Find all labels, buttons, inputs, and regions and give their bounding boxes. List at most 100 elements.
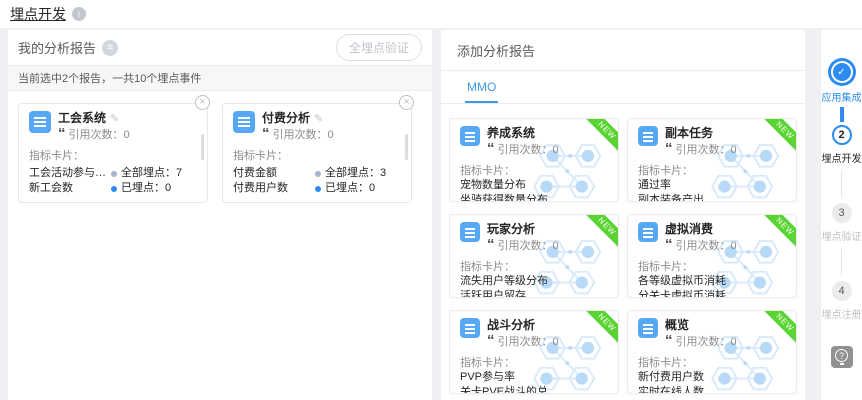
ref-count: 引用次数：0: [498, 141, 559, 157]
report-title: 玩家分析: [487, 222, 535, 236]
report-title: 养成系统: [487, 126, 535, 140]
step-2-point-development[interactable]: 2: [832, 125, 852, 145]
metric-cards-label: 指标卡片：: [638, 162, 786, 178]
step-3-label: 埋点验证: [822, 228, 862, 243]
ref-count: 引用次数：0: [676, 237, 737, 253]
library-report-card[interactable]: NEW 概览 “引用次数：0: [627, 310, 797, 394]
tab-mmo[interactable]: MMO: [465, 71, 498, 103]
quote-icon: “: [58, 129, 66, 139]
close-icon[interactable]: ×: [195, 95, 210, 110]
metric-cards-label: 指标卡片：: [29, 147, 197, 163]
card-scrollbar[interactable]: [201, 134, 204, 160]
library-report-card[interactable]: NEW 副本任务 “引用次数：0: [627, 118, 797, 202]
quote-icon: “: [665, 144, 673, 154]
metric-name: 副本装备产出: [638, 193, 786, 202]
total-points: 全部埋点：7: [121, 166, 182, 181]
page-title: 埋点开发: [10, 4, 66, 24]
quote-icon: “: [665, 240, 673, 250]
total-points: 全部埋点：3: [325, 166, 386, 181]
metric-name: 各等级虚拟币消耗: [638, 274, 786, 289]
close-icon[interactable]: ×: [399, 95, 414, 110]
info-icon[interactable]: i: [72, 7, 86, 21]
reports-badge-icon: ≡: [102, 40, 118, 56]
metric-name: 新付费用户数: [638, 370, 786, 385]
step-1-label: 应用集成: [822, 89, 862, 104]
selected-report-card[interactable]: × 工会系统 ✎ “ 引用次数：0 指标卡片： 工会活动参与次数: [18, 103, 208, 203]
metric-name: 分关卡虚拟币消耗: [638, 289, 786, 298]
report-title: 副本任务: [665, 126, 713, 140]
step-4-label: 埋点注册: [822, 306, 862, 321]
metric-name: 坐骑获得数量分布: [460, 193, 608, 202]
metric-cards-label: 指标卡片：: [460, 162, 608, 178]
metric-name: 实时在线人数: [638, 385, 786, 394]
done-dot-icon: [315, 186, 321, 192]
library-report-card[interactable]: NEW 虚拟消费 “引用次数：0: [627, 214, 797, 298]
metric-name: 付费金额: [233, 166, 315, 181]
report-doc-icon: [460, 222, 480, 242]
verify-all-points-button[interactable]: 全埋点验证: [336, 34, 422, 61]
check-icon: ✓: [837, 67, 845, 78]
metric-cards-label: 指标卡片：: [460, 354, 608, 370]
top-bar: 埋点开发 i: [0, 0, 862, 28]
total-dot-icon: [111, 171, 117, 177]
done-points: 已埋点：0: [325, 181, 375, 196]
metric-name: 新工会数: [29, 181, 111, 196]
my-reports-title: 我的分析报告: [18, 38, 96, 57]
ref-count: 引用次数：0: [498, 237, 559, 253]
step-1-app-integration[interactable]: ✓: [833, 63, 851, 81]
quote-icon: “: [487, 240, 495, 250]
report-doc-icon: [460, 126, 480, 146]
add-report-title: 添加分析报告: [441, 30, 805, 71]
library-report-card[interactable]: NEW 养成系统 “引用次数：0: [449, 118, 619, 202]
report-doc-icon: [29, 111, 51, 133]
report-doc-icon: [638, 126, 658, 146]
metric-name: 宠物数量分布: [460, 178, 608, 193]
report-title: 工会系统: [58, 111, 106, 125]
my-reports-header: 我的分析报告 ≡ 全埋点验证: [8, 30, 432, 66]
metric-cards-label: 指标卡片：: [233, 147, 401, 163]
report-title: 战斗分析: [487, 318, 535, 332]
quote-icon: “: [665, 336, 673, 346]
selected-reports-list: × 工会系统 ✎ “ 引用次数：0 指标卡片： 工会活动参与次数: [8, 91, 432, 215]
tab-bar: MMO: [441, 71, 805, 104]
metric-name: 工会活动参与次数: [29, 166, 111, 181]
metric-cards-label: 指标卡片：: [638, 258, 786, 274]
report-title: 概览: [665, 318, 689, 332]
edit-icon[interactable]: ✎: [110, 112, 119, 125]
help-button[interactable]: ?: [831, 346, 853, 368]
step-connector: [841, 171, 842, 197]
done-points: 已埋点：0: [121, 181, 171, 196]
step-connector: [841, 249, 842, 275]
quote-icon: “: [262, 129, 270, 139]
report-title: 虚拟消费: [665, 222, 713, 236]
quote-icon: “: [487, 336, 495, 346]
total-dot-icon: [315, 171, 321, 177]
metric-name: 付费用户数: [233, 181, 315, 196]
metric-name: 流失用户等级分布: [460, 274, 608, 289]
report-title: 付费分析: [262, 111, 310, 125]
edit-icon[interactable]: ✎: [314, 112, 323, 125]
ref-count: 引用次数：0: [69, 126, 130, 142]
report-doc-icon: [638, 222, 658, 242]
step-connector: [840, 107, 844, 122]
card-scrollbar[interactable]: [405, 134, 408, 160]
ref-count: 引用次数：0: [676, 333, 737, 349]
library-report-card[interactable]: NEW 玩家分析 “引用次数：0: [449, 214, 619, 298]
metric-name: 活跃用户留存: [460, 289, 608, 298]
report-doc-icon: [233, 111, 255, 133]
stepper-sidebar: ✓ 应用集成 2 埋点开发 3 埋点验证 4 埋点注册 ?: [820, 30, 862, 400]
help-bulb-icon: ?: [835, 349, 848, 362]
selected-report-card[interactable]: × 付费分析 ✎ “ 引用次数：0 指标卡片： 付费金额: [222, 103, 412, 203]
step-4-point-registration[interactable]: 4: [832, 281, 852, 301]
card-head: 付费分析 ✎ “ 引用次数：0: [233, 111, 401, 142]
metric-name: PVP参与率: [460, 370, 608, 385]
report-doc-icon: [638, 318, 658, 338]
quote-icon: “: [487, 144, 495, 154]
ref-count: 引用次数：0: [676, 141, 737, 157]
library-report-card[interactable]: NEW 战斗分析 “引用次数：0: [449, 310, 619, 394]
metric-cards-label: 指标卡片：: [638, 354, 786, 370]
metric-name: 关卡PVE战斗的总…: [460, 385, 608, 394]
step-3-point-verification[interactable]: 3: [832, 203, 852, 223]
metric-name: 通过率: [638, 178, 786, 193]
card-head: 工会系统 ✎ “ 引用次数：0: [29, 111, 197, 142]
